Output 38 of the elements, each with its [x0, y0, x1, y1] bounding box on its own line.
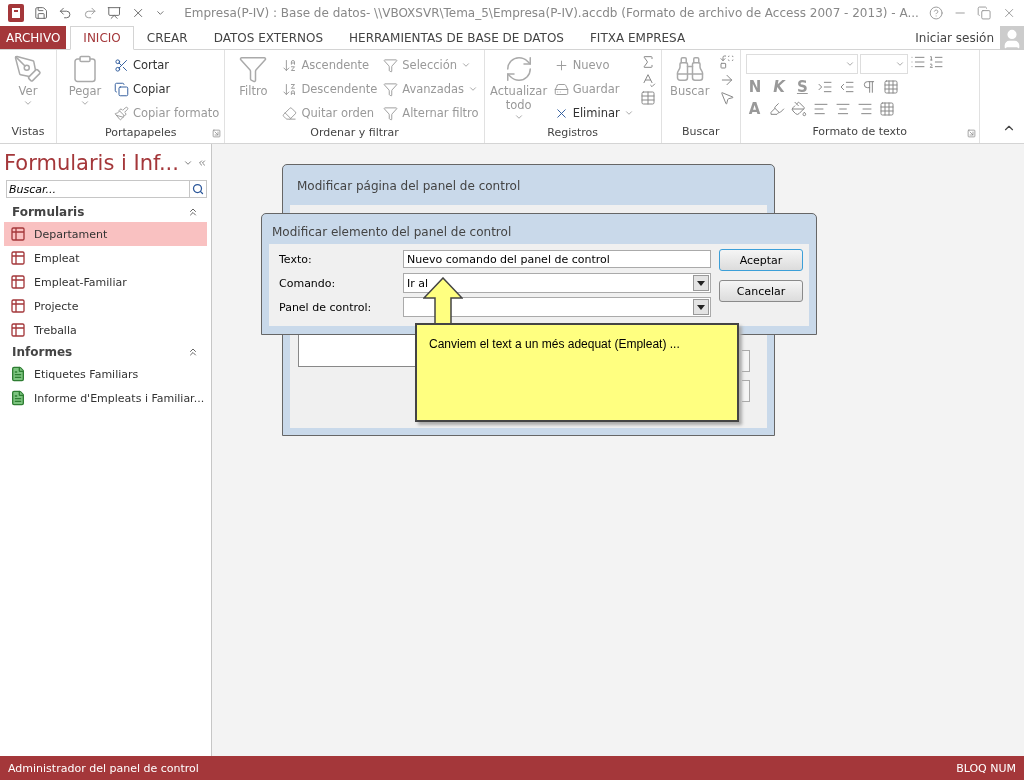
- status-indicator: BLOQ NUM: [956, 761, 1016, 775]
- search-field[interactable]: Buscar...: [6, 180, 189, 198]
- nav-section-header[interactable]: Formularis: [4, 202, 207, 222]
- window-title: Empresa(P-IV) : Base de datos- \\VBOXSVR\Tema_5\Empresa(P-IV).accdb (Formato de archivo de Access 2007 - 2013) - A...: [184, 6, 919, 20]
- nav-item[interactable]: Projecte: [4, 294, 207, 318]
- status-text: Administrador del panel de control: [8, 761, 199, 775]
- group-label: Ordenar y filtrar: [309, 125, 400, 141]
- nav-item[interactable]: Departament: [4, 222, 207, 246]
- nav-item[interactable]: Etiquetes Familiars: [4, 362, 207, 386]
- dialog-title: Modificar elemento del panel de control: [271, 224, 513, 241]
- group-label: Vistas: [10, 124, 46, 140]
- ribbon-button[interactable]: Cortar: [114, 54, 220, 76]
- group-label: Registros: [546, 125, 600, 141]
- field-label: Texto:: [279, 251, 313, 268]
- nav-item[interactable]: Empleat: [4, 246, 207, 270]
- section-label: Formularis: [12, 205, 85, 219]
- nav-item[interactable]: Informe d'Empleats i Familiar...: [4, 386, 207, 410]
- combo-box[interactable]: Ir al: [403, 273, 711, 293]
- nav-item[interactable]: Empleat-Familiar: [4, 270, 207, 294]
- group-label: Formato de texto: [811, 124, 909, 140]
- file-tab[interactable]: ARCHIVO: [0, 26, 67, 49]
- dialog-button[interactable]: Cancelar: [719, 280, 803, 302]
- group-label: Portapapeles: [103, 125, 178, 141]
- ribbon-tab[interactable]: INICIO: [70, 26, 134, 50]
- section-label: Informes: [12, 345, 73, 359]
- dialog-button[interactable]: Aceptar: [719, 249, 803, 271]
- nav-section-header[interactable]: Informes: [4, 342, 207, 362]
- group-label: Buscar: [680, 124, 721, 140]
- ribbon-button[interactable]: Eliminar: [553, 102, 634, 124]
- field-label: Panel de control:: [279, 299, 373, 316]
- text-field[interactable]: Nuevo comando del panel de control: [403, 250, 711, 268]
- nav-item[interactable]: Treballa: [4, 318, 207, 342]
- ribbon-button[interactable]: Copiar: [114, 78, 220, 100]
- callout-text: Canviem el text a un més adequat (Empleat) ...: [429, 337, 680, 351]
- field-label: Comando:: [279, 275, 337, 292]
- dialog-title: Modificar página del panel de control: [296, 178, 522, 195]
- nav-pane-title: Formularis i Inf...: [4, 151, 179, 175]
- sign-in-link[interactable]: Iniciar sesión: [915, 30, 994, 45]
